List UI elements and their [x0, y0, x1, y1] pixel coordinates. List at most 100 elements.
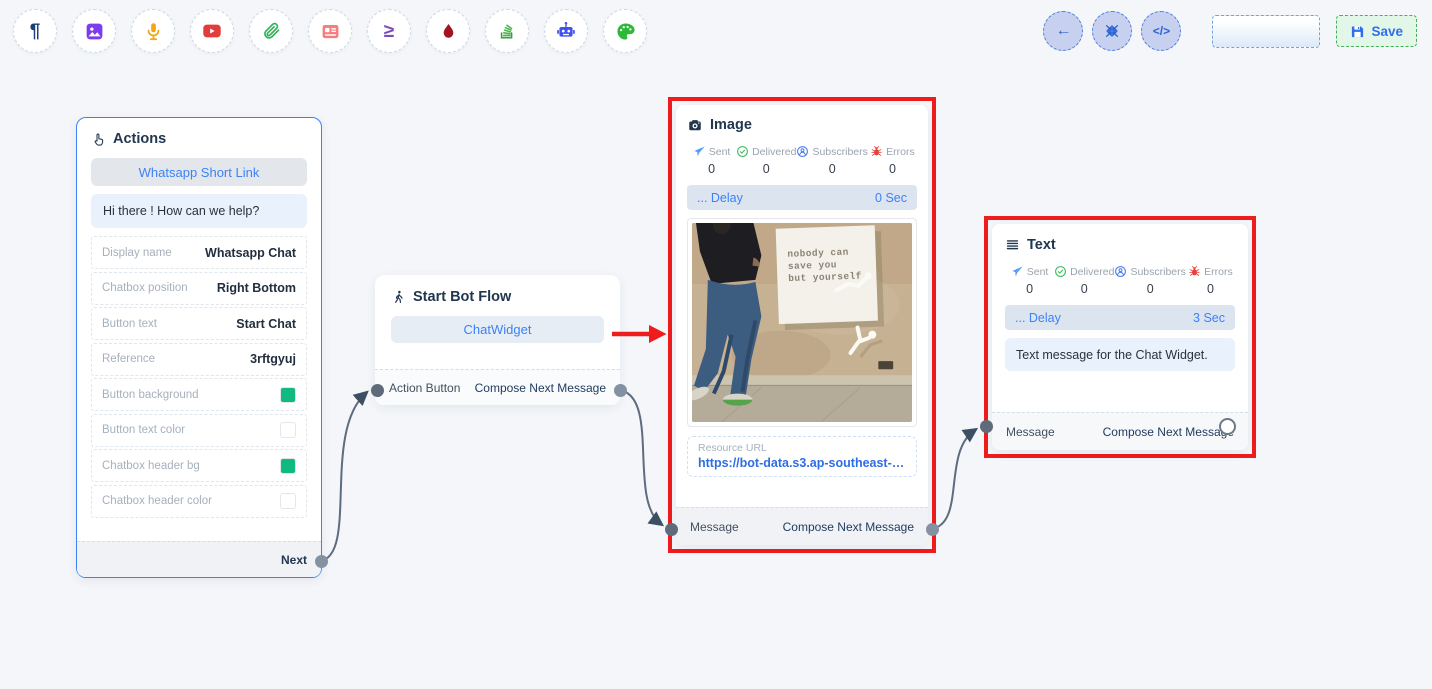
image-node-title: Image: [710, 117, 752, 133]
droplet-component-button[interactable]: [426, 9, 470, 53]
card-component-button[interactable]: [308, 9, 352, 53]
stack-component-button[interactable]: [485, 9, 529, 53]
svg-text:nobody can: nobody can: [787, 247, 849, 260]
droplet-icon: [443, 23, 453, 38]
image-node[interactable]: Image Sent 0 Delivered 0 Subscribers 0 E…: [676, 105, 928, 545]
text-compose-handle[interactable]: [1218, 417, 1236, 435]
text-node[interactable]: Text Sent 0 Delivered 0 Subscribers 0 Er…: [992, 224, 1248, 450]
send-icon: [694, 146, 705, 157]
code-view-button[interactable]: </>: [1141, 11, 1182, 51]
stat-sent: Sent 0: [1005, 265, 1054, 296]
youtube-icon: [203, 24, 221, 38]
palette-icon: [616, 22, 635, 40]
field-chatbox-position[interactable]: Chatbox position Right Bottom: [91, 271, 307, 305]
start-compose-handle[interactable]: [613, 383, 627, 397]
wire-next-to-action-button: [320, 390, 369, 562]
color-swatch[interactable]: [280, 493, 296, 509]
image-delay-row[interactable]: ... Delay 0 Sec: [687, 185, 917, 210]
audio-component-button[interactable]: [131, 9, 175, 53]
send-icon: [1012, 266, 1023, 277]
save-button[interactable]: Save: [1336, 15, 1417, 47]
save-label: Save: [1371, 23, 1403, 39]
code-icon: </>: [1152, 24, 1171, 38]
wire-image-to-text-message: [931, 427, 979, 530]
stack-icon: [500, 24, 513, 39]
stat-errors: Errors 0: [868, 145, 917, 176]
image-compose-handle[interactable]: [925, 522, 939, 536]
image-message-handle[interactable]: [664, 522, 678, 536]
svg-text:save you: save you: [788, 259, 837, 272]
start-bot-flow-node[interactable]: Start Bot Flow ChatWidget Action Button …: [375, 275, 620, 405]
field-display-name[interactable]: Display name Whatsapp Chat: [91, 236, 307, 269]
text-message-preview[interactable]: Text message for the Chat Widget.: [1005, 338, 1235, 371]
whatsapp-short-link-button[interactable]: Whatsapp Short Link: [91, 158, 307, 186]
message-label: Message: [690, 519, 739, 534]
color-swatch[interactable]: [280, 457, 296, 474]
subscribers-icon: [1115, 266, 1127, 277]
flow-name-input[interactable]: [1212, 14, 1321, 48]
canvas-controls: ← </> Save: [1043, 11, 1417, 51]
card-icon: [322, 24, 338, 38]
compose-next-message-label: Compose Next Message: [474, 380, 606, 395]
walking-person-icon: [395, 290, 403, 303]
fit-view-button[interactable]: [1092, 11, 1133, 51]
stat-delivered: Delivered 0: [736, 145, 796, 176]
stat-sent: Sent 0: [687, 145, 736, 176]
field-button-text-color[interactable]: Button text color: [91, 413, 307, 447]
subscribers-icon: [797, 146, 809, 157]
condition-component-button[interactable]: ≥: [367, 9, 411, 53]
field-button-text[interactable]: Button text Start Chat: [91, 307, 307, 340]
text-node-selection: Text Sent 0 Delivered 0 Subscribers 0 Er…: [984, 216, 1256, 458]
stat-subscribers: Subscribers 0: [1114, 265, 1186, 296]
microphone-icon: [147, 22, 159, 40]
actions-node[interactable]: Actions Whatsapp Short Link Hi there ! H…: [76, 117, 322, 578]
resource-url-field[interactable]: Resource URL https://bot-data.s3.ap-sout…: [687, 436, 917, 477]
bot-component-button[interactable]: [544, 9, 588, 53]
color-swatch[interactable]: [280, 386, 296, 403]
street-art-image: nobody can save you but yourself: [692, 223, 912, 422]
check-circle-icon: [737, 146, 749, 157]
wire-compose-to-image-message: [619, 389, 665, 527]
field-button-background[interactable]: Button background: [91, 378, 307, 411]
start-action-button-handle[interactable]: [370, 383, 384, 397]
greeting-text: Hi there ! How can we help?: [91, 194, 307, 228]
attachment-component-button[interactable]: [249, 9, 293, 53]
greater-equal-icon: ≥: [383, 20, 395, 42]
compress-icon: [1106, 25, 1119, 37]
delay-label: ... Delay: [1015, 310, 1061, 325]
image-node-stats: Sent 0 Delivered 0 Subscribers 0 Errors …: [687, 145, 917, 176]
text-delay-row[interactable]: ... Delay 3 Sec: [1005, 305, 1235, 330]
stat-errors: Errors 0: [1186, 265, 1235, 296]
start-node-title: Start Bot Flow: [413, 289, 512, 305]
resource-url-value[interactable]: https://bot-data.s3.ap-southeast-1.wasab…: [698, 456, 906, 470]
flow-builder-canvas[interactable]: ¶ ≥ ← </> Save Actions Whatsapp Short Li…: [0, 0, 1432, 689]
chatwidget-button[interactable]: ChatWidget: [391, 316, 604, 343]
field-reference[interactable]: Reference 3rftgyuj: [91, 342, 307, 376]
red-pointer-arrow: [612, 325, 667, 343]
image-preview[interactable]: nobody can save you but yourself: [687, 218, 917, 427]
camera-icon: [689, 119, 701, 130]
image-node-selection: Image Sent 0 Delivered 0 Subscribers 0 E…: [668, 97, 936, 553]
delay-label: ... Delay: [697, 190, 743, 205]
actions-next-handle[interactable]: [314, 554, 328, 568]
field-chatbox-header-bg[interactable]: Chatbox header bg: [91, 449, 307, 482]
back-button[interactable]: ←: [1043, 11, 1084, 51]
resource-url-label: Resource URL: [698, 442, 767, 454]
delay-value: 0 Sec: [875, 190, 907, 205]
pilcrow-icon: ¶: [29, 20, 41, 42]
compose-next-message-label: Compose Next Message: [782, 519, 914, 534]
message-label: Message: [1006, 424, 1055, 439]
field-chatbox-header-color[interactable]: Chatbox header color: [91, 484, 307, 518]
text-node-stats: Sent 0 Delivered 0 Subscribers 0 Errors …: [1005, 265, 1235, 296]
text-message-handle[interactable]: [979, 419, 993, 433]
text-component-button[interactable]: ¶: [13, 9, 57, 53]
action-button-label: Action Button: [389, 380, 461, 395]
color-swatch[interactable]: [280, 422, 296, 438]
bug-icon: [871, 146, 882, 156]
theme-component-button[interactable]: [603, 9, 647, 53]
compose-next-message-label: Compose Next Message: [1102, 424, 1234, 439]
bug-icon: [1189, 266, 1200, 276]
stat-delivered: Delivered 0: [1054, 265, 1114, 296]
image-component-button[interactable]: [72, 9, 116, 53]
video-component-button[interactable]: [190, 9, 234, 53]
